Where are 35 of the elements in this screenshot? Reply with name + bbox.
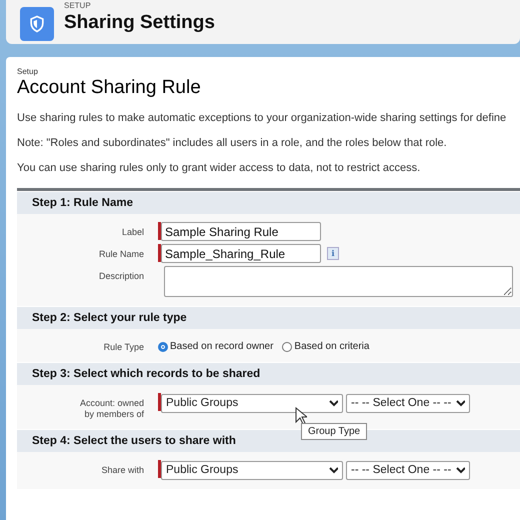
chevron-down-icon (329, 399, 338, 407)
step-header: Step 3: Select which records to be shared (17, 362, 520, 385)
radio-button[interactable] (282, 342, 292, 352)
radio-button[interactable] (158, 342, 168, 352)
chevron-down-icon (456, 399, 465, 407)
description-field[interactable] (164, 266, 513, 297)
text-field[interactable]: Sample_Sharing_Rule (161, 244, 321, 263)
text-field[interactable]: Sample Sharing Rule (161, 222, 321, 241)
dropdown[interactable]: Public Groups (161, 460, 343, 480)
dropdown[interactable]: -- -- Select One -- -- (346, 394, 470, 412)
breadcrumb: Setup (17, 67, 39, 76)
paragraph: You can use sharing rules only to grant wider access to data, not to restrict access. (17, 162, 422, 174)
info-icon[interactable]: i (327, 247, 339, 260)
chevron-down-icon (456, 466, 465, 474)
shield-icon (20, 7, 54, 41)
header-title: Sharing Settings (64, 12, 215, 34)
dropdown[interactable]: -- -- Select One -- -- (346, 460, 470, 480)
field-label: Description (98, 270, 144, 282)
cursor-icon (295, 407, 307, 425)
field-label: Account: owned by members of (78, 397, 144, 420)
paragraph: Use sharing rules to make automatic exceptions to your organization-wide sharing settings for define (17, 112, 508, 124)
step-header: Step 2: Select your rule type (17, 306, 520, 329)
chevron-down-icon (329, 466, 338, 474)
field-label: Rule Name (98, 248, 144, 260)
header-eyebrow: SETUP (64, 1, 92, 10)
field-label: Share with (100, 464, 144, 476)
step-header: Step 1: Rule Name (17, 191, 520, 214)
dropdown[interactable]: Public Groups (161, 394, 343, 412)
tooltip: Group Type (301, 423, 368, 440)
radio-label: Based on record owner (170, 341, 274, 352)
radio-label: Based on criteria (294, 341, 370, 352)
page-title: Account Sharing Rule (17, 77, 202, 99)
field-label: Rule Type (102, 341, 144, 353)
paragraph: Note: "Roles and subordinates" includes all users in a role, and the roles below that role. (17, 137, 448, 149)
field-label: Label (120, 226, 144, 238)
